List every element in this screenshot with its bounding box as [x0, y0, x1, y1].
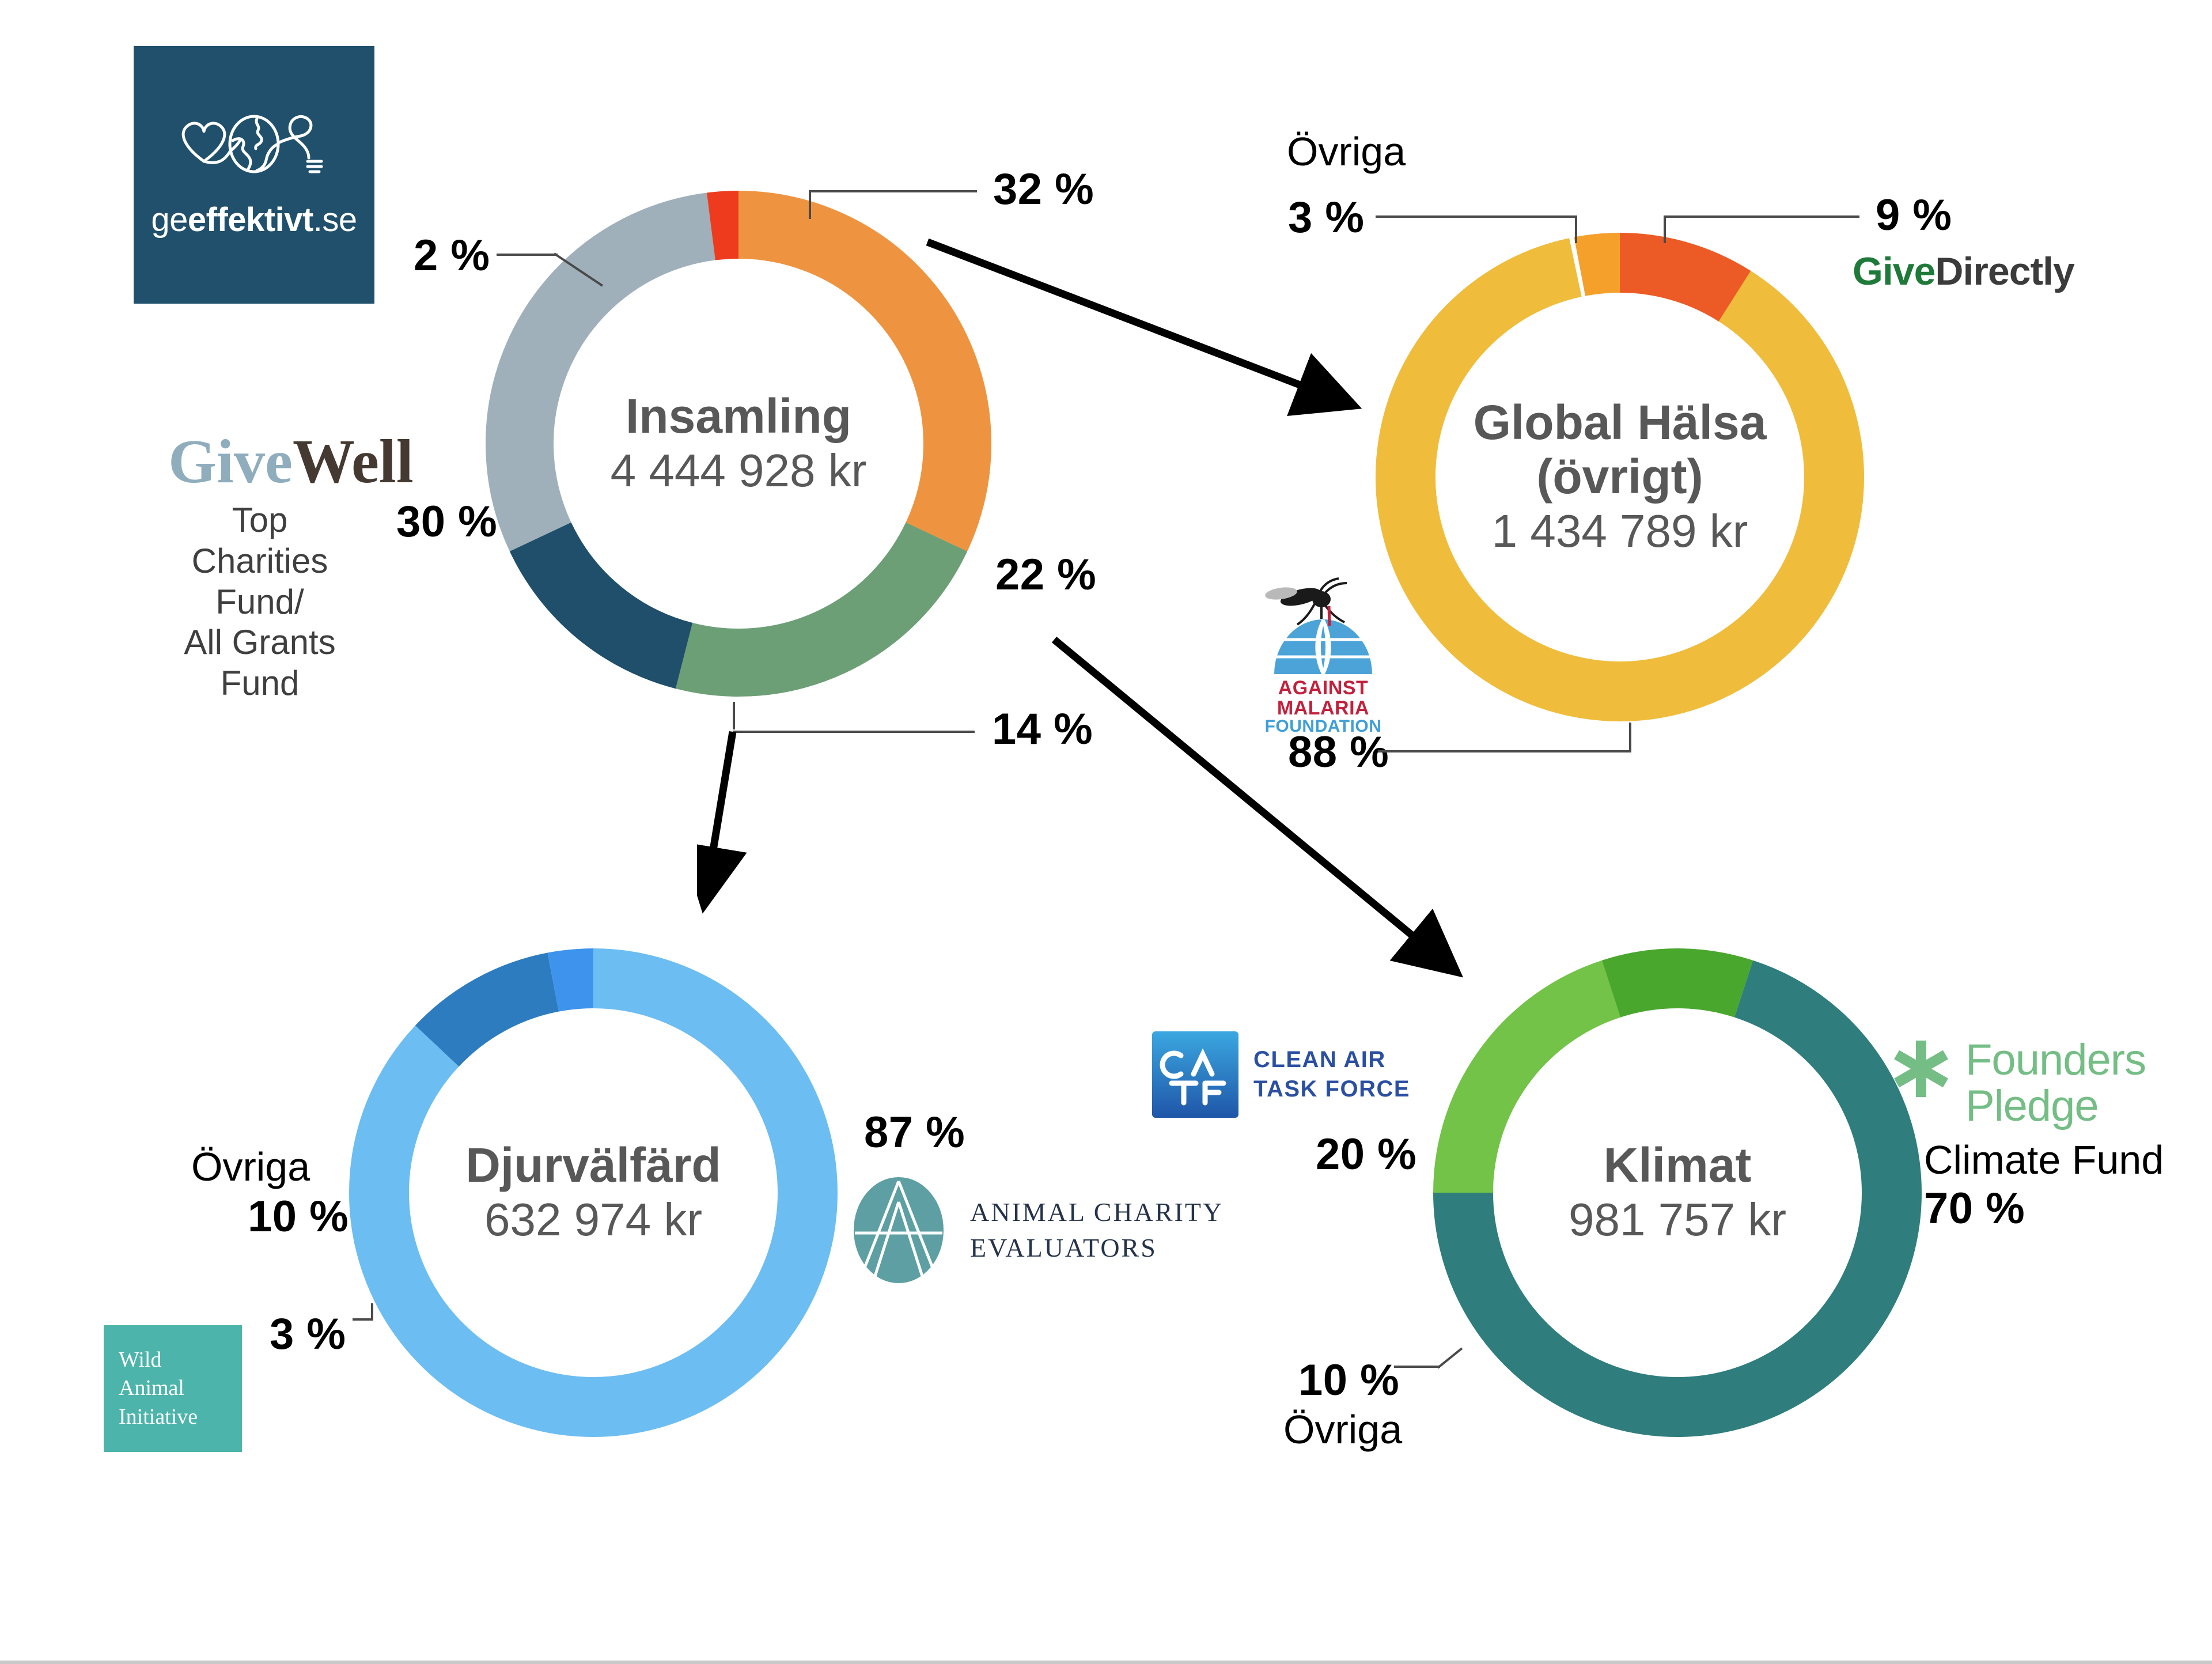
klimat-title: Klimat	[1603, 1137, 1752, 1192]
insamling-pct-givewell: 30 %	[396, 497, 498, 546]
givewell-fund-note: Top Charities Fund/ All Grants Fund	[184, 501, 336, 703]
callout-line-kl-10	[1394, 1366, 1440, 1368]
ace-mark-icon	[854, 1177, 944, 1283]
givewell-part2: Well	[292, 428, 414, 496]
catf-logo: CLEAN AIR TASK FORCE	[1152, 1031, 1410, 1118]
givedirectly-part2: Directly	[1935, 249, 2074, 293]
globalhalsa-center-label: Global Hälsa (övrigt) 1 434 789 kr	[1440, 297, 1800, 657]
callout-tick-gh-9	[1664, 215, 1666, 243]
djurvalfard-pct-ovriga: 10 %	[248, 1192, 349, 1241]
djurvalfard-label-ovriga: Övriga	[191, 1144, 310, 1189]
djurvalfard-donut-chart: Djurvälfärd 632 974 kr	[346, 945, 841, 1440]
catf-letters-icon	[1160, 1048, 1226, 1106]
klimat-donut-chart: Klimat 981 757 kr	[1430, 945, 1925, 1440]
globalhalsa-amount: 1 434 789 kr	[1491, 505, 1748, 557]
catf-wordmark: CLEAN AIR TASK FORCE	[1253, 1046, 1411, 1102]
callout-tick-gh-3	[1575, 215, 1577, 243]
djurvalfard-pct-ace: 87 %	[864, 1108, 965, 1157]
callout-diag-2	[554, 252, 604, 287]
arrow-to-djurvalfard	[697, 731, 747, 914]
djurvalfard-amount: 632 974 kr	[484, 1194, 703, 1246]
globalhalsa-label-ovriga: Övriga	[1287, 129, 1406, 174]
globalhalsa-title: Global Hälsa (övrigt)	[1473, 395, 1767, 504]
callout-diag-kl-10	[1438, 1347, 1463, 1369]
founders-pledge-wordmark: Founders Pledge	[1965, 1035, 2146, 1130]
givewell-logo: GiveWell	[168, 426, 414, 498]
callout-line-dj-3	[353, 1318, 373, 1321]
klimat-label-ovriga: Övriga	[1283, 1407, 1403, 1452]
klimat-pct-ovriga: 10 %	[1298, 1356, 1400, 1405]
geeffektivt-wordmark: geeffektivt.se	[151, 201, 357, 239]
amf-line2: MALARIA	[1277, 697, 1370, 719]
globalhalsa-pct-givedirectly: 9 %	[1876, 191, 1952, 240]
givedirectly-part1: Give	[1853, 249, 1936, 293]
callout-line-gh-3	[1376, 215, 1577, 218]
djurvalfard-center-label: Djurvälfärd 632 974 kr	[414, 1013, 773, 1372]
klimat-label-founderspledge: Climate Fund	[1924, 1137, 2164, 1182]
amf-logo: AGAINST MALARIA FOUNDATION	[1257, 576, 1389, 736]
callout-tick-dj-3	[371, 1303, 373, 1319]
founders-pledge-logo: Founders Pledge	[1889, 1037, 2146, 1129]
globalhalsa-pct-ovriga: 3 %	[1288, 193, 1365, 242]
djurvalfard-title: Djurvälfärd	[465, 1137, 721, 1192]
insamling-amount: 4 444 928 kr	[610, 445, 867, 497]
amf-wordmark: AGAINST MALARIA FOUNDATION	[1257, 678, 1389, 736]
globalhalsa-pct-amf: 88 %	[1288, 728, 1389, 777]
geeffektivt-logo: geeffektivt.se	[134, 46, 374, 304]
klimat-amount: 981 757 kr	[1568, 1194, 1787, 1246]
wild-animal-initiative-logo: Wild Animal Initiative	[104, 1325, 242, 1452]
klimat-center-label: Klimat 981 757 kr	[1498, 1013, 1857, 1372]
ace-logo: ANIMAL CHARITY EVALUATORS	[847, 1175, 1224, 1285]
djurvalfard-pct-wai: 3 %	[270, 1310, 346, 1359]
callout-line-gh-88	[1378, 750, 1631, 752]
klimat-pct-founderspledge: 70 %	[1924, 1184, 2025, 1233]
amf-line1: AGAINST	[1278, 677, 1369, 699]
globalhalsa-donut-chart: Global Hälsa (övrigt) 1 434 789 kr	[1372, 229, 1868, 725]
callout-tick-gh-88	[1629, 723, 1631, 750]
heart-globe-bulb-icon	[181, 115, 323, 173]
givewell-part1: Give	[168, 428, 293, 496]
catf-mark-icon	[1152, 1031, 1238, 1118]
insamling-title: Insamling	[625, 388, 852, 443]
founders-pledge-asterisk-icon	[1894, 1041, 1948, 1097]
klimat-pct-catf: 20 %	[1316, 1130, 1417, 1179]
callout-tick-14	[733, 702, 735, 729]
callout-line-32	[809, 190, 977, 192]
insamling-pct-klimat: 22 %	[995, 550, 1097, 599]
arrow-to-globalhalsa	[926, 238, 1362, 417]
callout-line-gh-9	[1664, 215, 1859, 218]
ace-wordmark: ANIMAL CHARITY EVALUATORS	[970, 1197, 1224, 1262]
insamling-center-label: Insamling 4 444 928 kr	[560, 266, 916, 622]
givedirectly-logo: GiveDirectly	[1853, 249, 2075, 294]
insamling-pct-globalhalsa: 32 %	[993, 165, 1094, 214]
callout-line-2	[497, 254, 558, 256]
infographic-canvas: geeffektivt.se Insamling 4 444 928 kr 32…	[0, 0, 2212, 1661]
wai-wordmark: Wild Animal Initiative	[119, 1347, 198, 1429]
insamling-pct-ovrigt: 2 %	[414, 231, 490, 280]
mosquito-globe-icon	[1265, 577, 1372, 675]
callout-tick-32	[809, 190, 811, 219]
